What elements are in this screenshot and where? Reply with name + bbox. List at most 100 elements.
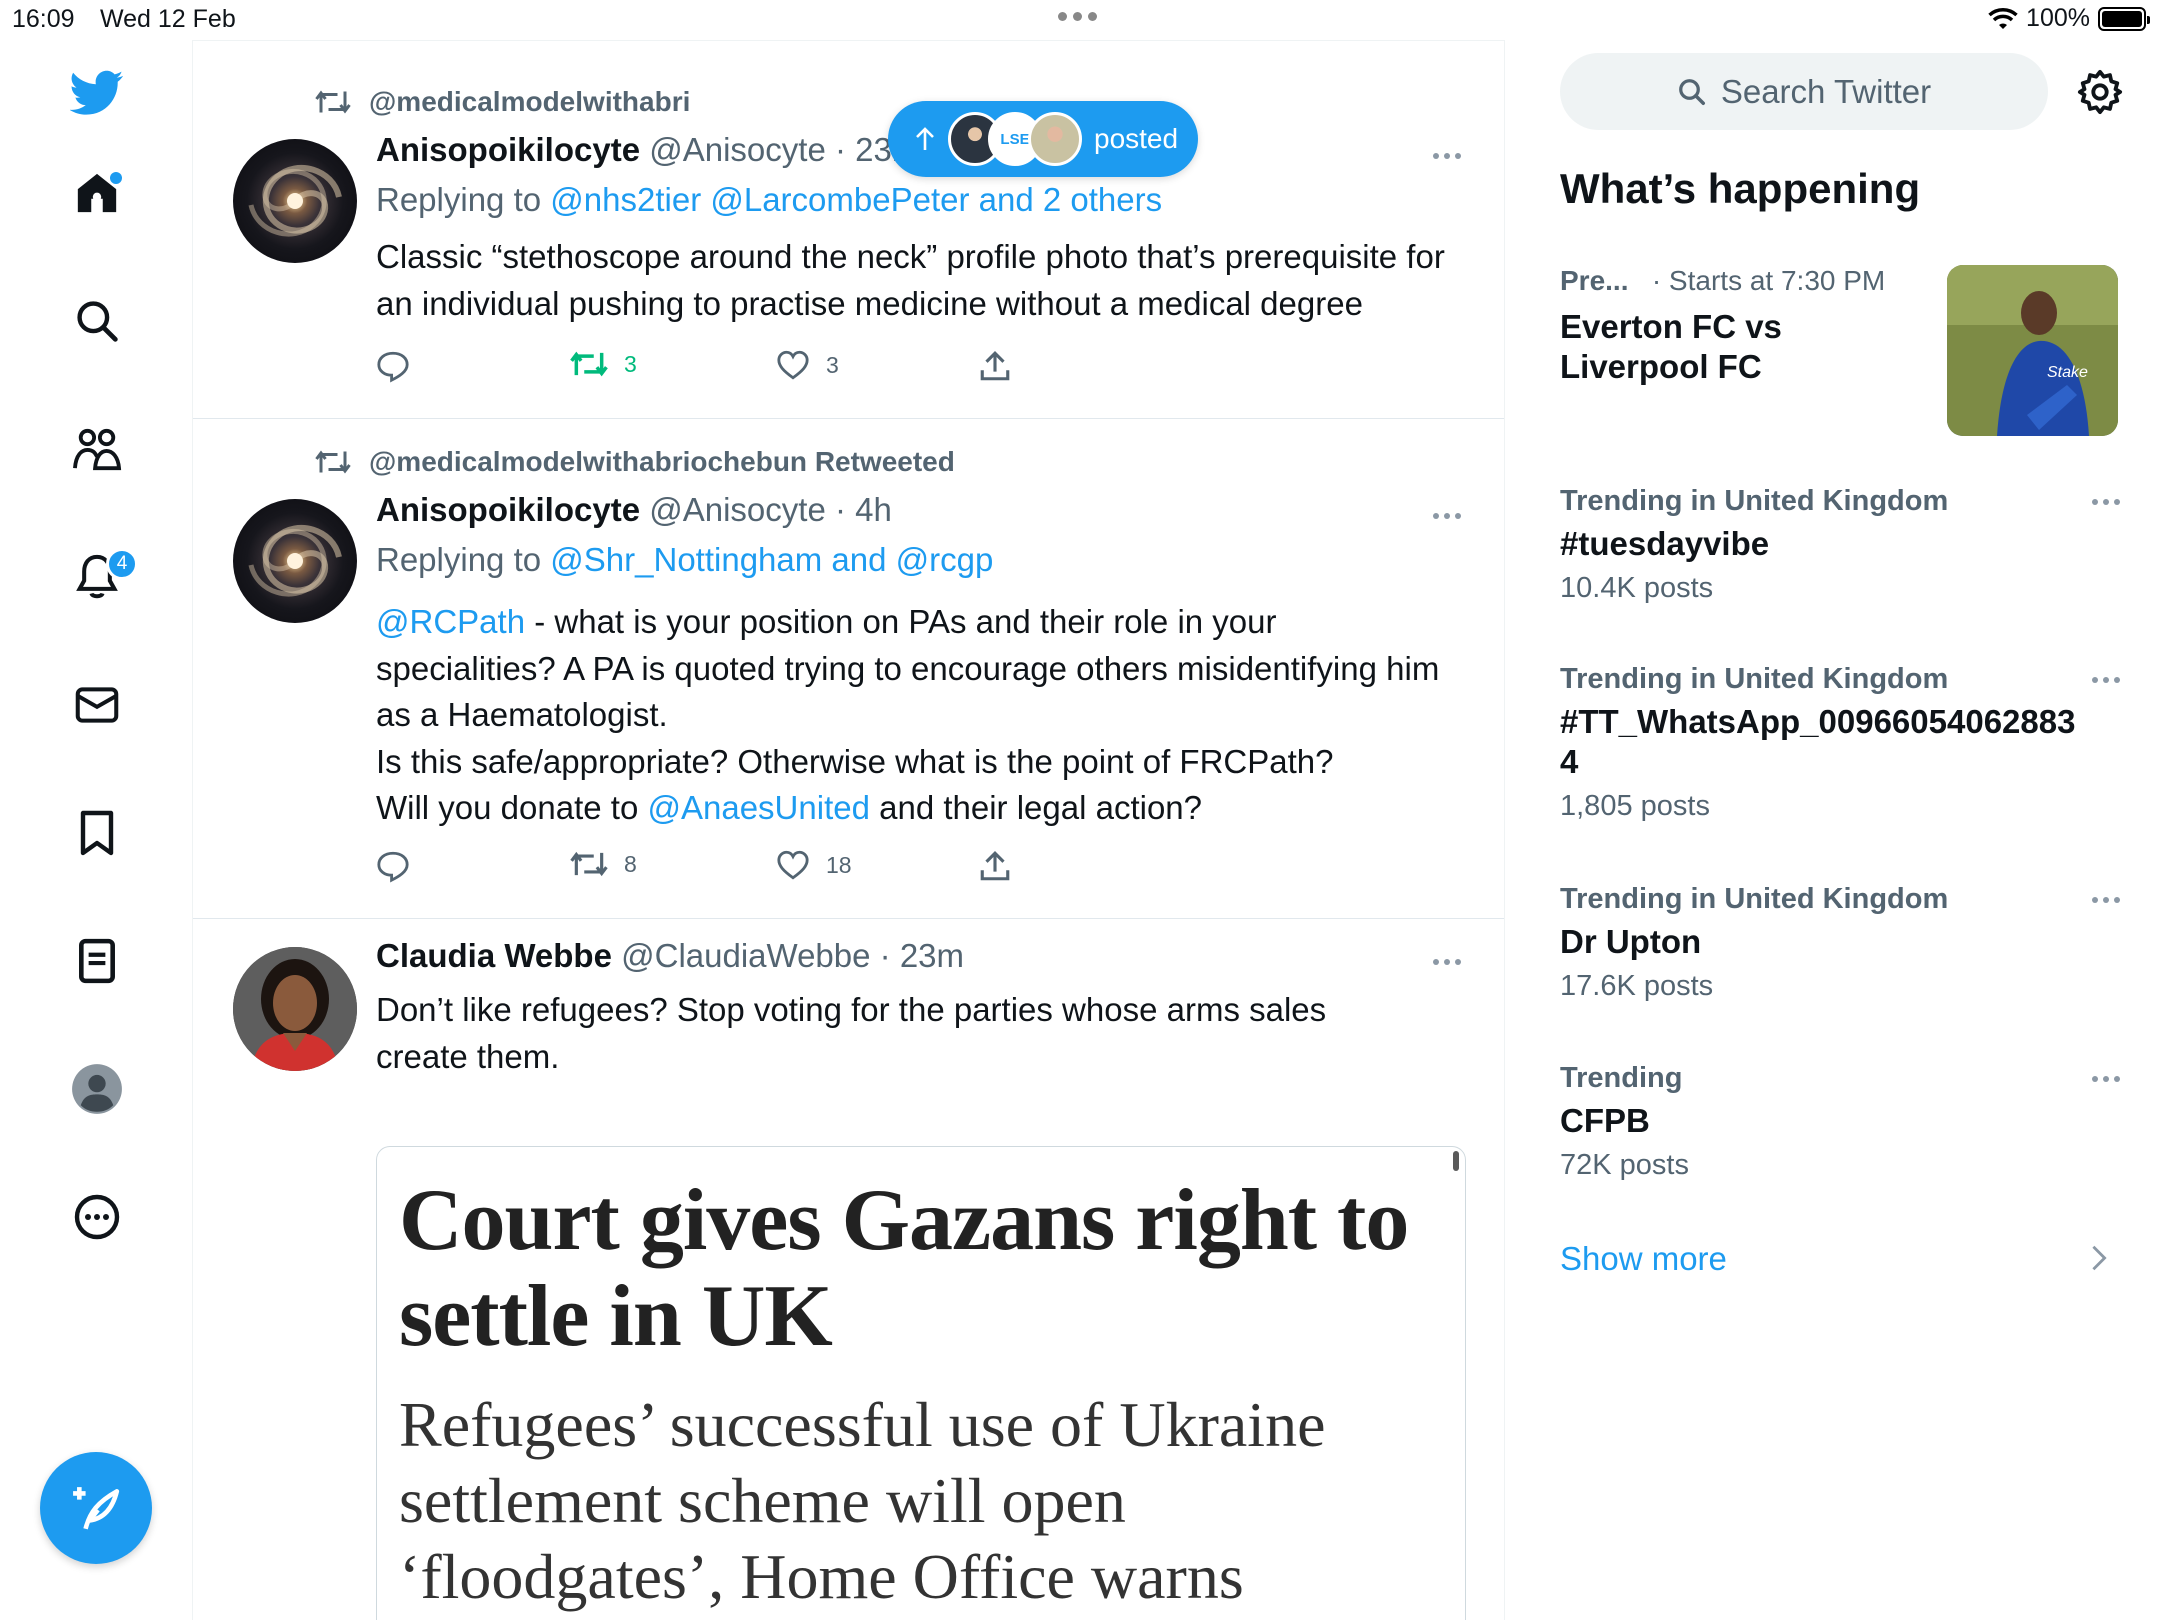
avatar[interactable] bbox=[233, 947, 357, 1071]
twitter-logo-icon[interactable] bbox=[66, 62, 128, 124]
tweet-more-icon[interactable] bbox=[1433, 959, 1461, 965]
author-name[interactable]: Claudia Webbe bbox=[376, 937, 612, 974]
search-icon[interactable] bbox=[66, 290, 128, 352]
tweet-paragraph: Is this safe/appropriate? Otherwise what… bbox=[376, 742, 1334, 780]
author-name[interactable]: Anisopoikilocyte bbox=[376, 131, 640, 168]
author-handle[interactable]: @Anisocyte bbox=[649, 491, 826, 528]
trend-item[interactable]: Trending in United Kingdom #tuesdayvibe … bbox=[1560, 485, 2120, 605]
trend-count: 17.6K posts bbox=[1560, 970, 1714, 1002]
trend-name: #tuesdayvibe bbox=[1560, 525, 1770, 562]
trend-context: Trending bbox=[1560, 1062, 1683, 1094]
tweet-more-icon[interactable] bbox=[1433, 513, 1461, 519]
multitasking-dots-icon[interactable] bbox=[1058, 12, 1097, 21]
trend-more-icon[interactable] bbox=[2092, 1076, 2120, 1082]
separator: · bbox=[834, 131, 846, 168]
new-posts-pill[interactable]: LSE posted bbox=[888, 101, 1198, 177]
lists-icon[interactable] bbox=[66, 930, 128, 992]
home-new-dot bbox=[110, 172, 122, 184]
search-input[interactable]: Search Twitter bbox=[1560, 53, 2048, 130]
share-button[interactable] bbox=[979, 349, 1011, 383]
trend-more-icon[interactable] bbox=[2092, 499, 2120, 505]
more-icon[interactable] bbox=[66, 1186, 128, 1248]
retweet-button[interactable]: 3 bbox=[570, 349, 637, 379]
retweet-button[interactable]: 8 bbox=[570, 849, 637, 879]
trend-item[interactable]: Trending in United Kingdom #TT_WhatsApp_… bbox=[1560, 663, 2120, 823]
card-scrollbar[interactable] bbox=[1453, 1151, 1459, 1171]
tweet-actions: 3 3 bbox=[376, 349, 1076, 389]
avatar[interactable] bbox=[233, 139, 357, 263]
bookmarks-icon[interactable] bbox=[66, 802, 128, 864]
replying-label: Replying to bbox=[376, 181, 542, 218]
notifications-icon[interactable]: 4 bbox=[66, 546, 138, 608]
retweet-icon bbox=[570, 351, 608, 377]
trend-more-icon[interactable] bbox=[2092, 897, 2120, 903]
status-date: Wed 12 Feb bbox=[100, 5, 236, 33]
whats-happening-title: What’s happening bbox=[1560, 165, 1921, 212]
trend-context: Trending in United Kingdom bbox=[1560, 663, 1949, 695]
reply-button[interactable] bbox=[376, 349, 410, 383]
author-handle[interactable]: @ClaudiaWebbe bbox=[621, 937, 870, 974]
pill-avatar bbox=[1028, 112, 1082, 166]
event-context: Pre... bbox=[1560, 265, 1629, 296]
profile-avatar-icon[interactable] bbox=[66, 1058, 128, 1120]
author-name[interactable]: Anisopoikilocyte bbox=[376, 491, 640, 528]
communities-icon[interactable] bbox=[66, 418, 128, 480]
retweeted-by-label: @medicalmodelwithabriochebun Retweeted bbox=[369, 446, 955, 477]
replying-links[interactable]: @Shr_Nottingham and @rcgp bbox=[550, 541, 993, 578]
card-headline: Court gives Gazans right to settle in UK bbox=[399, 1172, 1409, 1365]
trend-item[interactable]: Trending in United Kingdom Dr Upton 17.6… bbox=[1560, 883, 2120, 1003]
timeline: LSE posted @medicalmodelwithabriochebun … bbox=[193, 40, 1505, 1620]
replying-links[interactable]: @nhs2tier @LarcombePeter and 2 others bbox=[550, 181, 1162, 218]
heart-icon bbox=[777, 850, 809, 880]
article-card[interactable]: Court gives Gazans right to settle in UK… bbox=[376, 1146, 1466, 1620]
notifications-badge: 4 bbox=[106, 548, 138, 580]
tweet[interactable]: @medicalmodelwithabriochebun Retweeted A… bbox=[193, 419, 1504, 919]
event-item[interactable]: Pre... · Starts at 7:30 PM Everton FC vs… bbox=[1560, 265, 2120, 440]
tweet-actions: 8 18 bbox=[376, 849, 1076, 889]
replying-label: Replying to bbox=[376, 541, 542, 578]
like-button[interactable]: 3 bbox=[776, 349, 839, 381]
sidebar-nav: 4 bbox=[0, 40, 193, 1620]
author-handle[interactable]: @Anisocyte bbox=[649, 131, 826, 168]
trend-count: 72K posts bbox=[1560, 1149, 1689, 1181]
share-button[interactable] bbox=[979, 849, 1011, 883]
tweet-text-part: and their legal action? bbox=[869, 789, 1203, 826]
battery-icon bbox=[2098, 6, 2150, 31]
right-sidebar: Search Twitter What’s happening Pre... ·… bbox=[1505, 40, 2160, 1620]
tweet-more-icon[interactable] bbox=[1433, 153, 1461, 159]
event-time: · Starts at 7:30 PM bbox=[1651, 265, 1886, 296]
separator: · bbox=[834, 491, 846, 528]
trend-more-icon[interactable] bbox=[2092, 677, 2120, 683]
trend-item[interactable]: Trending CFPB 72K posts bbox=[1560, 1062, 2120, 1182]
tweet-paragraph: @RCPath - what is your position on PAs a… bbox=[376, 599, 1456, 739]
trend-context: Trending in United Kingdom bbox=[1560, 883, 1949, 915]
status-right: 100% bbox=[1988, 4, 2150, 33]
trend-count: 1,805 posts bbox=[1560, 790, 1710, 822]
mention-link[interactable]: @RCPath bbox=[376, 603, 525, 640]
tweet[interactable]: @medicalmodelwithabriochebun Retweeted A… bbox=[193, 41, 1504, 419]
home-icon[interactable] bbox=[66, 162, 128, 224]
wifi-icon bbox=[1988, 7, 2018, 29]
compose-button[interactable] bbox=[40, 1452, 152, 1564]
tweet-paragraph: Will you donate to @AnaesUnited and thei… bbox=[376, 785, 1456, 832]
tweet-time[interactable]: 23m bbox=[900, 937, 964, 974]
tweet-header: Anisopoikilocyte @Anisocyte · 23m bbox=[376, 131, 919, 169]
show-more-link[interactable]: Show more bbox=[1560, 1240, 2120, 1278]
settings-button[interactable] bbox=[2077, 69, 2123, 115]
svg-text:Stake: Stake bbox=[2047, 364, 2088, 381]
messages-icon[interactable] bbox=[66, 674, 128, 736]
tweet-time[interactable]: 4h bbox=[855, 491, 892, 528]
trend-name: Dr Upton bbox=[1560, 923, 1702, 960]
event-title: Everton FC vs Liverpool FC bbox=[1560, 308, 1782, 385]
tweet-header: Anisopoikilocyte @Anisocyte · 4h bbox=[376, 491, 892, 529]
arrow-up-icon bbox=[916, 127, 934, 150]
reply-icon bbox=[377, 851, 409, 883]
reply-button[interactable] bbox=[376, 849, 410, 883]
replying-to: Replying to @Shr_Nottingham and @rcgp bbox=[376, 541, 993, 579]
card-subheadline: Refugees’ successful use of Ukraine sett… bbox=[399, 1389, 1326, 1612]
mention-link[interactable]: @AnaesUnited bbox=[647, 789, 869, 826]
trend-name: CFPB bbox=[1560, 1102, 1650, 1139]
avatar[interactable] bbox=[233, 499, 357, 623]
like-button[interactable]: 18 bbox=[776, 849, 852, 881]
separator: · bbox=[879, 937, 891, 974]
